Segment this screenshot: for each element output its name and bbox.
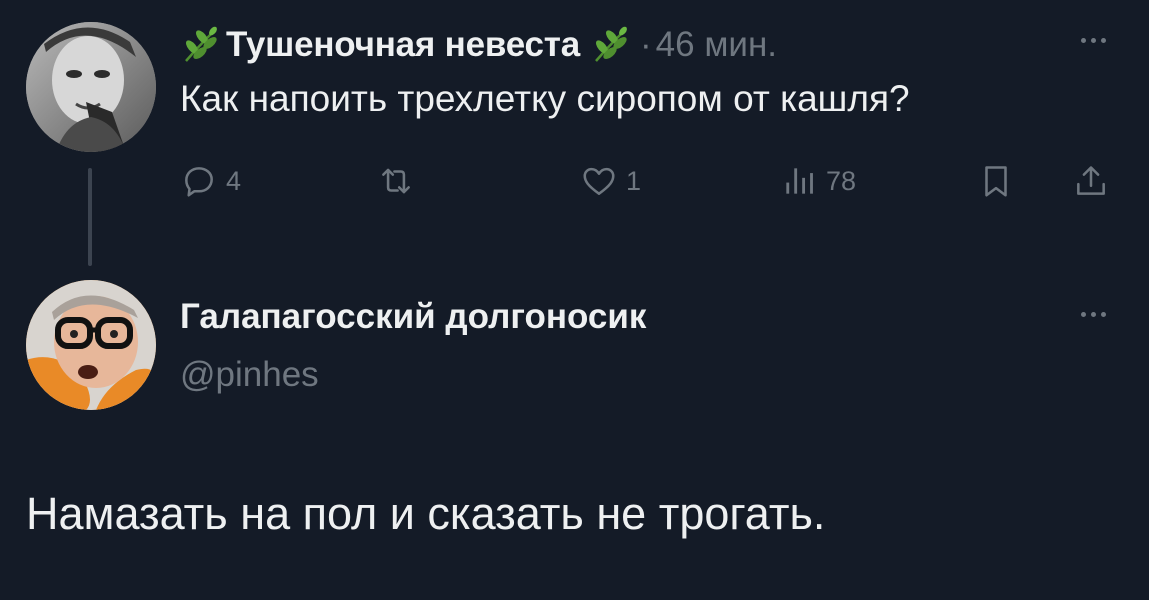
- avatar-author[interactable]: [26, 22, 156, 152]
- bookmark-icon: [985, 166, 1007, 197]
- herb-leaf-icon: [180, 25, 220, 65]
- avatar-replier[interactable]: [26, 280, 156, 410]
- replier-handle[interactable]: @pinhes: [180, 355, 319, 395]
- herb-leaf-icon: [590, 25, 630, 65]
- tweet-header: Тушеночная невеста · 46 мин.: [180, 20, 777, 70]
- share-button[interactable]: [1072, 162, 1110, 200]
- reply-button[interactable]: 4: [180, 162, 241, 200]
- like-count: 1: [626, 165, 642, 196]
- reply-count: 4: [226, 165, 242, 196]
- more-dots-icon: [1080, 311, 1086, 317]
- more-dot: [1100, 37, 1106, 43]
- reply-text: Намазать на пол и сказать не трогать.: [26, 488, 826, 539]
- thread-connector-line: [88, 168, 92, 266]
- view-count: 78: [826, 165, 857, 196]
- tweet-text: Как напоить трехлетку сиропом от кашля?: [180, 78, 910, 119]
- tweet-timestamp[interactable]: 46 мин.: [656, 25, 777, 65]
- more-options-button[interactable]: [1068, 28, 1118, 52]
- heart-icon: [583, 167, 615, 195]
- share-upload-icon: [1077, 166, 1105, 195]
- views-button[interactable]: 78: [780, 162, 856, 200]
- more-dot: [1090, 311, 1096, 317]
- avatar-photo-glasses: [26, 280, 156, 410]
- retweet-icon: [382, 168, 410, 194]
- like-button[interactable]: 1: [580, 162, 641, 200]
- more-dots-icon: [1080, 37, 1086, 43]
- avatar-photo-grayscale: [26, 22, 156, 152]
- retweet-button[interactable]: [377, 162, 415, 200]
- meta-separator: ·: [640, 25, 652, 64]
- bookmark-button[interactable]: [977, 162, 1015, 200]
- tweet-action-bar: 4 1 78: [180, 160, 1130, 204]
- replier-display-name[interactable]: Галапагосский долгоносик: [180, 297, 646, 337]
- analytics-bars-icon: [786, 168, 813, 194]
- more-options-button[interactable]: [1068, 302, 1118, 326]
- more-dot: [1100, 311, 1106, 317]
- more-dot: [1090, 37, 1096, 43]
- reply-bubble-icon: [185, 167, 213, 197]
- author-display-name[interactable]: Тушеночная невеста: [226, 25, 580, 65]
